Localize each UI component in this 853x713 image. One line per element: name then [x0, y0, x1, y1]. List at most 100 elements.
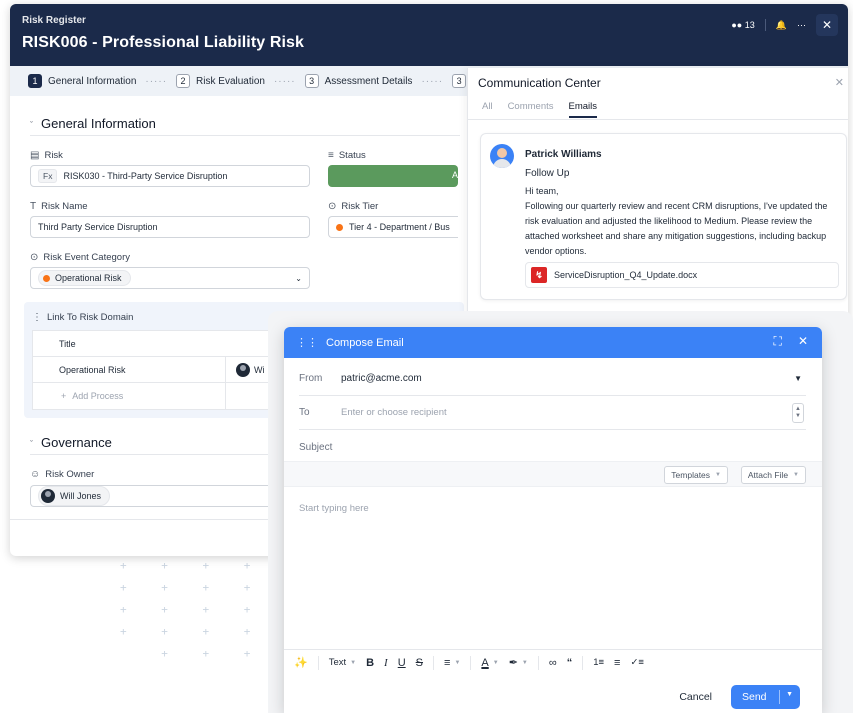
step-1-label[interactable]: General Information [48, 76, 136, 87]
owner-name: Will Jones [60, 491, 102, 501]
risk-tier-label-text: Risk Tier [341, 201, 379, 212]
governance-section-header[interactable]: ˇ Governance [30, 435, 112, 450]
drag-handle-icon: ⋮ [32, 312, 42, 323]
header-tools: ●● 13 🔔 ⋯ ✕ [731, 14, 838, 36]
event-category-select[interactable]: Operational Risk ⌄ [30, 267, 310, 289]
close-icon[interactable]: ✕ [798, 334, 808, 349]
comm-tabs: All Comments Emails [482, 101, 598, 118]
close-window-button[interactable]: ✕ [816, 14, 838, 36]
step-4-number[interactable]: 3 [452, 74, 467, 88]
email-body: Hi team, Following our quarterly review … [525, 184, 841, 259]
step-connector: ····· [145, 75, 168, 87]
avatar [236, 362, 250, 377]
general-section-header[interactable]: ˇ General Information [30, 116, 156, 131]
step-connector: ····· [273, 75, 296, 87]
compose-header[interactable]: ⋮⋮ Compose Email ⛶ ✕ [284, 327, 822, 358]
background-decoration: + + + + + + + + + + + + + + + + + + + + … [120, 559, 374, 660]
risk-owner-label-text: Risk Owner [45, 469, 95, 480]
status-value: A [451, 170, 458, 180]
highlight-icon[interactable]: ✒ [509, 656, 518, 669]
tab-all[interactable]: All [482, 101, 493, 118]
compose-title: Compose Email [326, 336, 404, 349]
bold-icon[interactable]: B [366, 657, 374, 669]
add-process-button[interactable]: + Add Process [33, 383, 226, 409]
plus-icon: + [61, 391, 67, 401]
user-icon: ☺ [30, 469, 41, 480]
risk-tier-value: Tier 4 - Department / Bus [349, 222, 450, 232]
step-2-number[interactable]: 2 [176, 74, 191, 88]
risk-field[interactable]: Fx RISK030 - Third-Party Service Disrupt… [30, 165, 310, 187]
caret-down-icon: ▼ [521, 659, 528, 666]
divider [468, 119, 848, 120]
caret-down-icon[interactable]: ▼ [794, 374, 802, 383]
text-style-select[interactable]: Text [329, 657, 346, 668]
tab-comments[interactable]: Comments [508, 101, 554, 118]
templates-button[interactable]: Templates ▼ [664, 466, 728, 484]
ordered-list-icon[interactable]: 1≡ [593, 657, 604, 668]
formula-badge: Fx [38, 169, 58, 183]
link-domain-label-text: Link To Risk Domain [47, 312, 134, 323]
caret-down-icon: ▼ [454, 659, 461, 666]
send-options-icon[interactable]: ▼ [786, 691, 793, 698]
email-message[interactable]: Patrick Williams Follow Up Hi team, Foll… [480, 133, 847, 300]
divider [317, 655, 319, 670]
link-icon[interactable]: ∞ [549, 657, 557, 669]
expand-icon[interactable]: ⛶ [774, 334, 782, 349]
text-icon: T [30, 201, 37, 212]
font-color-icon[interactable]: A [481, 657, 488, 669]
status-field[interactable]: A [328, 165, 458, 187]
divider [779, 690, 780, 704]
drag-handle-icon[interactable]: ⋮⋮ [296, 336, 318, 349]
link-domain-label: ⋮ Link To Risk Domain [32, 312, 133, 323]
category-chip: Operational Risk [38, 270, 131, 286]
status-label-text: Status [338, 150, 366, 161]
caret-down-icon: ▼ [715, 472, 721, 478]
attachment[interactable]: ↯ ServiceDisruption_Q4_Update.docx [525, 262, 839, 288]
step-3-number[interactable]: 3 [304, 74, 319, 88]
email-body-editor[interactable]: Start typing here [299, 503, 369, 514]
send-button[interactable]: Send ▼ [731, 685, 800, 709]
from-row[interactable]: From patric@acme.com ▼ [299, 362, 806, 396]
attach-file-button[interactable]: Attach File ▼ [740, 466, 806, 484]
compose-footer: Cancel Send ▼ [284, 679, 822, 713]
quote-icon[interactable]: “ [567, 657, 573, 669]
lines-icon: ≡ [328, 150, 334, 161]
cancel-button[interactable]: Cancel [679, 691, 712, 703]
align-icon[interactable]: ≡ [444, 657, 450, 669]
subject-row[interactable]: Subject [299, 430, 806, 464]
send-label: Send [742, 691, 767, 703]
watchers-button[interactable]: ●● 13 [731, 20, 754, 30]
page-title: RISK006 - Professional Liability Risk [22, 34, 305, 51]
compose-email-dialog: ⋮⋮ Compose Email ⛶ ✕ From patric@acme.co… [284, 327, 822, 713]
bullet-list-icon[interactable]: ≡ [614, 657, 620, 669]
step-1-number[interactable]: 1 [28, 74, 42, 88]
underline-icon[interactable]: U [398, 657, 406, 669]
from-value: patric@acme.com [341, 373, 422, 384]
close-icon[interactable]: ✕ [835, 76, 844, 89]
row-owner: Wi [226, 362, 265, 377]
risk-tier-field[interactable]: Tier 4 - Department / Bus [328, 216, 458, 238]
tab-emails[interactable]: Emails [568, 101, 598, 118]
watchers-count: 13 [744, 20, 755, 30]
italic-icon[interactable]: I [384, 657, 388, 669]
stepper-icon[interactable]: ▲ ▼ [792, 402, 804, 423]
avatar [490, 144, 514, 168]
breadcrumb[interactable]: Risk Register [22, 15, 836, 26]
step-connector: ····· [421, 75, 444, 87]
strikethrough-icon[interactable]: S [416, 657, 423, 669]
formatting-toolbar: ✨ Text ▼ B I U S ≡ ▼ A ▼ ✒ ▼ ∞ “ 1≡ ≡ ✓≡ [284, 649, 822, 675]
more-icon[interactable]: ⋯ [797, 20, 806, 31]
step-2-label[interactable]: Risk Evaluation [196, 76, 265, 87]
to-label: To [299, 407, 310, 418]
risk-label-text: Risk [44, 150, 63, 161]
general-section-title: General Information [41, 116, 156, 131]
ai-sparkle-icon[interactable]: ✨ [294, 656, 308, 669]
divider [582, 655, 584, 670]
checklist-icon[interactable]: ✓≡ [630, 657, 644, 668]
step-3-label[interactable]: Assessment Details [325, 76, 413, 87]
bell-icon[interactable]: 🔔 [776, 20, 787, 31]
chevron-down-icon: ⌄ [295, 273, 302, 283]
risk-name-field[interactable]: Third Party Service Disruption [30, 216, 310, 238]
to-input[interactable]: Enter or choose recipient [341, 407, 447, 418]
attachment-name: ServiceDisruption_Q4_Update.docx [554, 270, 698, 280]
